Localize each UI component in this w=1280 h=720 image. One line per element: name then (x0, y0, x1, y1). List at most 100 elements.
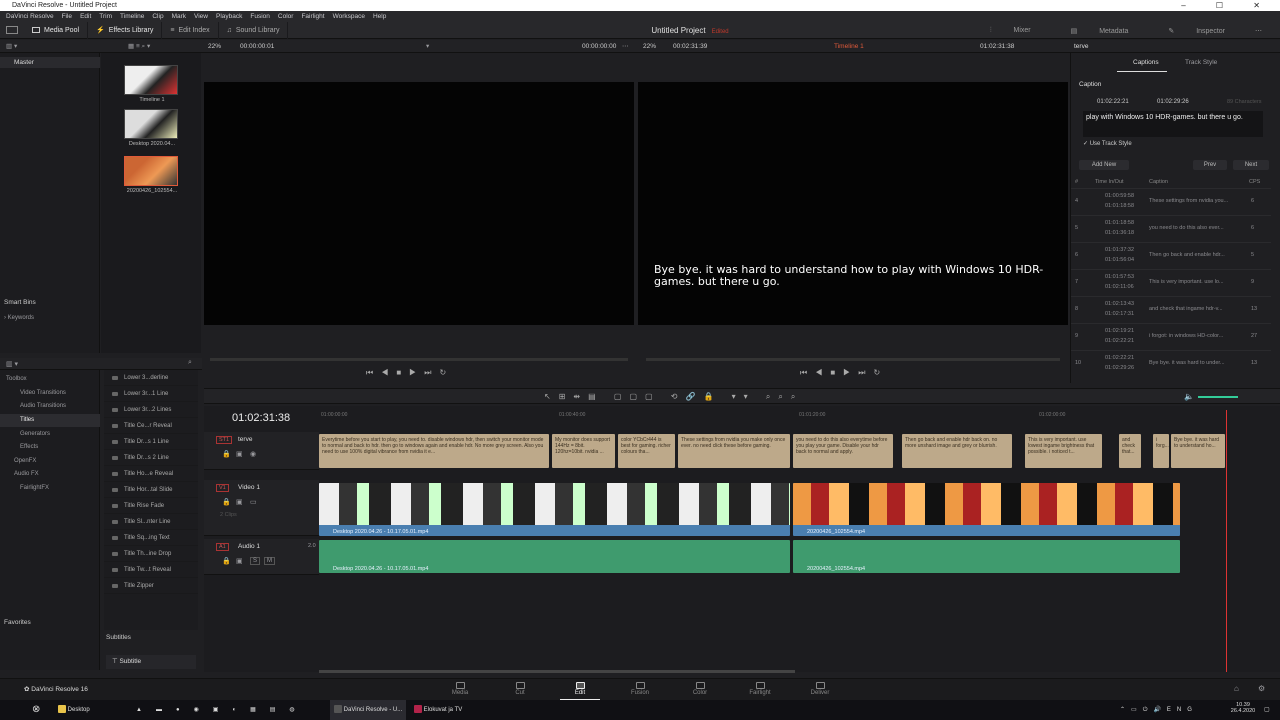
clip-thumb-desktop[interactable] (124, 109, 178, 139)
menu-workspace[interactable]: Workspace (329, 11, 369, 22)
menu-mark[interactable]: Mark (168, 11, 190, 22)
audio-clip[interactable]: Desktop 2020.04.26 - 10.17.05.01.mp4 (319, 540, 790, 573)
subtitle-clip[interactable]: This is very important. use lowest ingam… (1025, 434, 1102, 468)
notifications-icon[interactable]: ▢ (1264, 700, 1270, 720)
page-tab-fusion[interactable]: Fusion (620, 679, 660, 701)
grid-view-icon[interactable]: ▦ ≡ ⌕ ▾ (128, 40, 150, 53)
menu-playback[interactable]: Playback (212, 11, 246, 22)
window-controls[interactable]: – ☐ ✕ (1181, 0, 1274, 11)
page-tab-media[interactable]: Media (440, 679, 480, 701)
caption-row[interactable]: 10 01:02:22:21 01:02:29:26 Bye bye. it w… (1071, 350, 1271, 377)
bin-master[interactable]: Master (0, 57, 100, 68)
track-toggle-icon[interactable]: ▣ (236, 498, 243, 506)
clip-thumb-video[interactable] (124, 156, 178, 186)
timeline-ruler[interactable]: 01:00:00:00 01:00:40:00 01:01:20:00 01:0… (319, 412, 1280, 422)
source-zoom[interactable]: 22% (208, 40, 221, 53)
title-item[interactable]: Title Sq...ing Text (104, 530, 198, 546)
options-icon[interactable]: ⋯ (1245, 27, 1272, 35)
solo-button[interactable]: S (250, 557, 261, 565)
tree-effects[interactable]: Effects (20, 444, 38, 450)
timeline-transport-controls[interactable]: ⏮◀■▶⏭↻ (800, 368, 888, 378)
tree-toolbox[interactable]: Toolbox (6, 376, 27, 382)
subtitle-clip[interactable]: My monitor does support 144Hz = 8bit. 12… (552, 434, 615, 468)
mixer-button[interactable]: ⫶ Mixer (970, 27, 1051, 35)
menu-fusion[interactable]: Fusion (246, 11, 274, 22)
menu-fairlight[interactable]: Fairlight (297, 11, 328, 22)
tree-audiofx[interactable]: Audio FX (14, 471, 39, 477)
taskbar-clock[interactable]: 10.39 26.4.2020 (1228, 702, 1258, 714)
a1-name[interactable]: Audio 1 (238, 543, 260, 550)
st1-name[interactable]: terve (238, 436, 252, 443)
caption-row[interactable]: 8 01:02:13:43 01:02:17:31 and check that… (1071, 296, 1271, 323)
playhead[interactable] (1226, 410, 1227, 672)
title-item[interactable]: Title Ho...e Reveal (104, 466, 198, 482)
caption-out-timecode[interactable]: 01:02:29:26 (1157, 99, 1189, 105)
page-tab-fairlight[interactable]: Fairlight (740, 679, 780, 701)
title-item[interactable]: Title Sl...nter Line (104, 514, 198, 530)
tab-captions[interactable]: Captions (1133, 59, 1159, 66)
source-scrubber[interactable] (210, 358, 628, 361)
prev-button[interactable]: Prev (1193, 160, 1227, 170)
clip-thumb-timeline[interactable] (124, 65, 178, 95)
tree-titles[interactable]: Titles (20, 417, 34, 423)
caption-row[interactable]: 5 01:01:18:58 01:01:36:18 you need to do… (1071, 215, 1271, 242)
menu-timeline[interactable]: Timeline (116, 11, 148, 22)
panel-toggle-icon[interactable]: ▥ ▾ (6, 360, 18, 368)
title-item[interactable]: Title Tw...t Reveal (104, 562, 198, 578)
view-toggle-icon[interactable]: ▥ ▾ (6, 40, 17, 53)
title-item[interactable]: Title Zipper (104, 578, 198, 594)
source-dropdown-icon[interactable]: ▾ (426, 40, 429, 53)
volume-slider[interactable] (1198, 396, 1238, 398)
menu-edit[interactable]: Edit (76, 11, 95, 22)
keywords-item[interactable]: › Keywords (4, 315, 34, 321)
subtitle-clip[interactable]: and check that... (1119, 434, 1141, 468)
subtitle-clip[interactable]: i forg... (1153, 434, 1169, 468)
caption-row[interactable]: 4 01:00:59:58 01:01:18:58 These settings… (1071, 188, 1271, 215)
subtitle-clip[interactable]: Then go back and enable hdr back on. no … (902, 434, 1012, 468)
timeline-scrollbar[interactable] (319, 670, 795, 673)
menu-clip[interactable]: Clip (148, 11, 167, 22)
tree-video-transitions[interactable]: Video Transitions (20, 390, 66, 396)
metadata-button[interactable]: ▤ Metadata (1051, 27, 1149, 35)
next-button[interactable]: Next (1233, 160, 1269, 170)
windows-start-icon[interactable]: ⊗ (32, 700, 40, 720)
track-toggle-icon[interactable]: ▣ (236, 557, 243, 565)
tree-audio-transitions[interactable]: Audio Transitions (20, 403, 66, 409)
audio-clip[interactable]: 20200426_102554.mp4 (793, 540, 1180, 573)
video-clip[interactable]: 20200426_102554.mp4 (793, 483, 1180, 536)
timeline-zoom[interactable]: 22% (643, 40, 656, 53)
page-tab-deliver[interactable]: Deliver (800, 679, 840, 701)
page-tab-edit[interactable]: Edit (560, 679, 600, 701)
lock-icon[interactable]: 🔒 (222, 450, 231, 458)
volume-icon[interactable]: 🔈 (1184, 392, 1194, 401)
edit-index-button[interactable]: ≡ Edit Index (162, 21, 219, 39)
title-item[interactable]: Title Ce...r Reveal (104, 418, 198, 434)
add-new-button[interactable]: Add New (1079, 160, 1129, 170)
subtitle-clip[interactable]: These settings from nvidia you make only… (678, 434, 790, 468)
subtitle-clip[interactable]: color YCbCr444 is best for gaming. riche… (618, 434, 675, 468)
caption-row[interactable]: 9 01:02:19:21 01:02:22:21 i forgot: in w… (1071, 323, 1271, 350)
menu-trim[interactable]: Trim (95, 11, 116, 22)
effects-library-button[interactable]: ⚡ Effects Library (88, 21, 163, 39)
timeline-scrubber[interactable] (646, 358, 1060, 361)
lock-icon[interactable]: 🔒 (222, 498, 231, 506)
timeline-name[interactable]: Timeline 1 (834, 40, 864, 53)
subtitle-clip[interactable]: Bye bye. it was hard to understand ho... (1171, 434, 1225, 468)
title-item[interactable]: Lower 3r...1 Line (104, 386, 198, 402)
sound-library-button[interactable]: ♫ Sound Library (219, 21, 289, 39)
edit-tools[interactable]: ↖⊞⇹▤ ▢▢▢ ⟲🔗🔒 ▾▾ ⌕⌕⌕ (544, 392, 803, 402)
source-viewer[interactable] (204, 82, 634, 325)
subtitle-clip[interactable]: you need to do this also everytime befor… (793, 434, 893, 468)
caption-text-editor[interactable]: play with Windows 10 HDR-games. but ther… (1083, 111, 1263, 137)
title-item[interactable]: Title Dr...s 2 Line (104, 450, 198, 466)
caption-row[interactable]: 7 01:01:57:53 01:02:11:06 This is very i… (1071, 269, 1271, 296)
system-tray-icons[interactable]: ⌃▭⏻🔊ENG (1120, 700, 1198, 720)
inspector-button[interactable]: ✎ Inspector (1148, 27, 1245, 35)
subtitle-generator-item[interactable]: ⊤ Subtitle (106, 655, 196, 669)
tree-generators[interactable]: Generators (20, 431, 50, 437)
eye-icon[interactable]: ◉ (250, 450, 256, 458)
source-options-icon[interactable]: ⋯ (622, 40, 629, 53)
title-item[interactable]: Title Rise Fade (104, 498, 198, 514)
title-item[interactable]: Title Hor...tal Slide (104, 482, 198, 498)
page-tab-color[interactable]: Color (680, 679, 720, 701)
